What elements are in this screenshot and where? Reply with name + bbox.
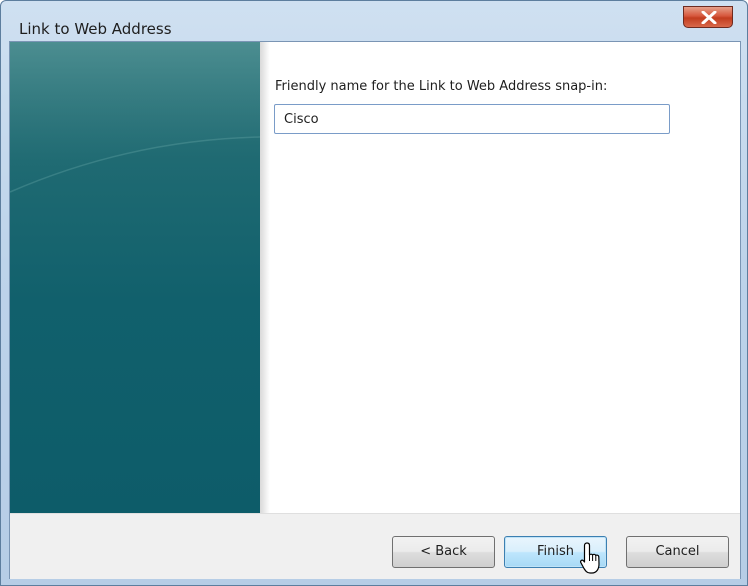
friendly-name-label: Friendly name for the Link to Web Addres…	[275, 79, 608, 94]
wizard-content: Friendly name for the Link to Web Addres…	[9, 41, 741, 579]
back-button[interactable]: < Back	[392, 536, 495, 568]
cancel-button[interactable]: Cancel	[626, 536, 729, 568]
wizard-banner	[10, 42, 260, 513]
banner-divider	[260, 42, 270, 513]
wizard-window: Link to Web Address Friendly name for th…	[0, 0, 748, 586]
close-icon	[701, 11, 717, 24]
title-bar[interactable]: Link to Web Address	[1, 1, 747, 41]
wizard-footer: < Back Finish Cancel	[10, 513, 740, 579]
finish-button[interactable]: Finish	[504, 536, 607, 568]
friendly-name-input[interactable]	[274, 104, 670, 134]
close-button[interactable]	[683, 6, 733, 28]
window-title: Link to Web Address	[19, 20, 172, 38]
